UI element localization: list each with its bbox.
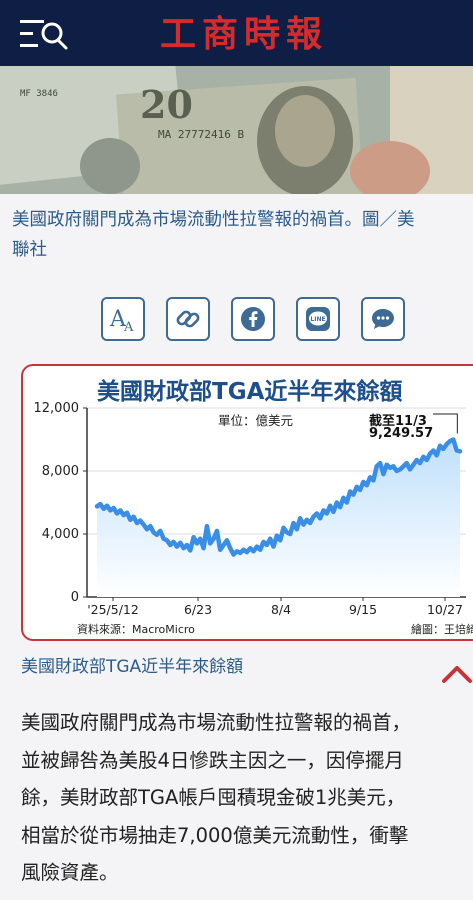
y-tick-label: 4,000 — [42, 527, 79, 542]
svg-text:A: A — [123, 320, 134, 334]
menu-search-icon[interactable] — [18, 17, 70, 51]
chart-source: 資料來源：MacroMicro — [77, 623, 195, 636]
svg-text:20: 20 — [140, 82, 193, 127]
article-paragraph-line: 相當於從市場抽走7,000億美元流動性，衝擊 — [21, 823, 409, 847]
x-tick-label: 8/4 — [271, 602, 291, 617]
comment-icon — [372, 309, 394, 329]
image-caption: 美國政府關門成為市場流動性拉警報的禍首。圖／美 聯社 — [12, 205, 473, 265]
x-tick-label: 6/23 — [184, 602, 212, 617]
image-caption-line: 美國政府關門成為市場流動性拉警報的禍首。圖／美 — [12, 210, 415, 230]
x-tick-label: 10/27 — [427, 602, 463, 617]
top-bar: 工商時報 — [0, 0, 473, 66]
font-size-button[interactable]: A A — [101, 297, 145, 341]
line-icon: LINE — [306, 307, 330, 331]
chart-plot: 0 4,000 8,000 12,000 '25/5/12 6/23 8/4 9/15 10/2… — [34, 401, 466, 617]
chart-credit: 繪圖：王培綺 — [411, 623, 473, 636]
svg-text:MA 27772416 B: MA 27772416 B — [158, 128, 244, 141]
comment-button[interactable] — [361, 297, 405, 341]
chart-annotation-value: 9,249.57 — [369, 426, 434, 441]
copy-link-button[interactable] — [166, 297, 210, 341]
site-logo[interactable]: 工商時報 — [160, 6, 328, 62]
chevron-up-icon[interactable] — [441, 662, 473, 684]
chart-figure[interactable]: 美國財政部TGA近半年來餘額 0 4,000 8,000 12,000'25/5/12… — [21, 364, 473, 641]
share-toolbar: A A LINE — [101, 297, 405, 341]
y-tick-label: 0 — [71, 590, 79, 605]
article-body: 美國政府關門成為市場流動性拉警報的禍首， 並被歸咎為美股4日慘跌主因之一，因停擺月… — [21, 704, 473, 892]
image-caption-line: 聯社 — [12, 240, 47, 260]
font-size-icon: A A — [109, 307, 134, 334]
article-paragraph-line: 餘，美財政部TGA帳戶囤積現金破1兆美元， — [21, 786, 406, 809]
line-icon-label: LINE — [310, 316, 325, 323]
copy-link-icon — [176, 310, 200, 328]
chart-unit: 單位：億美元 — [218, 413, 294, 428]
x-tick-label: '25/5/12 — [87, 602, 139, 617]
y-tick-label: 12,000 — [34, 401, 80, 416]
article-paragraph-line: 美國政府關門成為市場流動性拉警報的禍首， — [21, 711, 412, 734]
y-tick-label: 8,000 — [42, 464, 79, 479]
facebook-icon — [241, 307, 265, 331]
line-button[interactable]: LINE — [296, 297, 340, 341]
annotation-leader — [433, 413, 458, 434]
article-paragraph-line: 並被歸咎為美股4日慘跌主因之一，因停擺月 — [21, 748, 404, 772]
chart-caption: 美國財政部TGA近半年來餘額 — [21, 657, 244, 677]
svg-text:MF 3846: MF 3846 — [20, 89, 58, 99]
article-paragraph-line: 風險資產。 — [21, 861, 119, 884]
x-tick-label: 9/15 — [349, 602, 377, 617]
facebook-button[interactable] — [231, 297, 275, 341]
hero-image: 20 MA 27772416 B MF 3846 — [0, 66, 473, 194]
